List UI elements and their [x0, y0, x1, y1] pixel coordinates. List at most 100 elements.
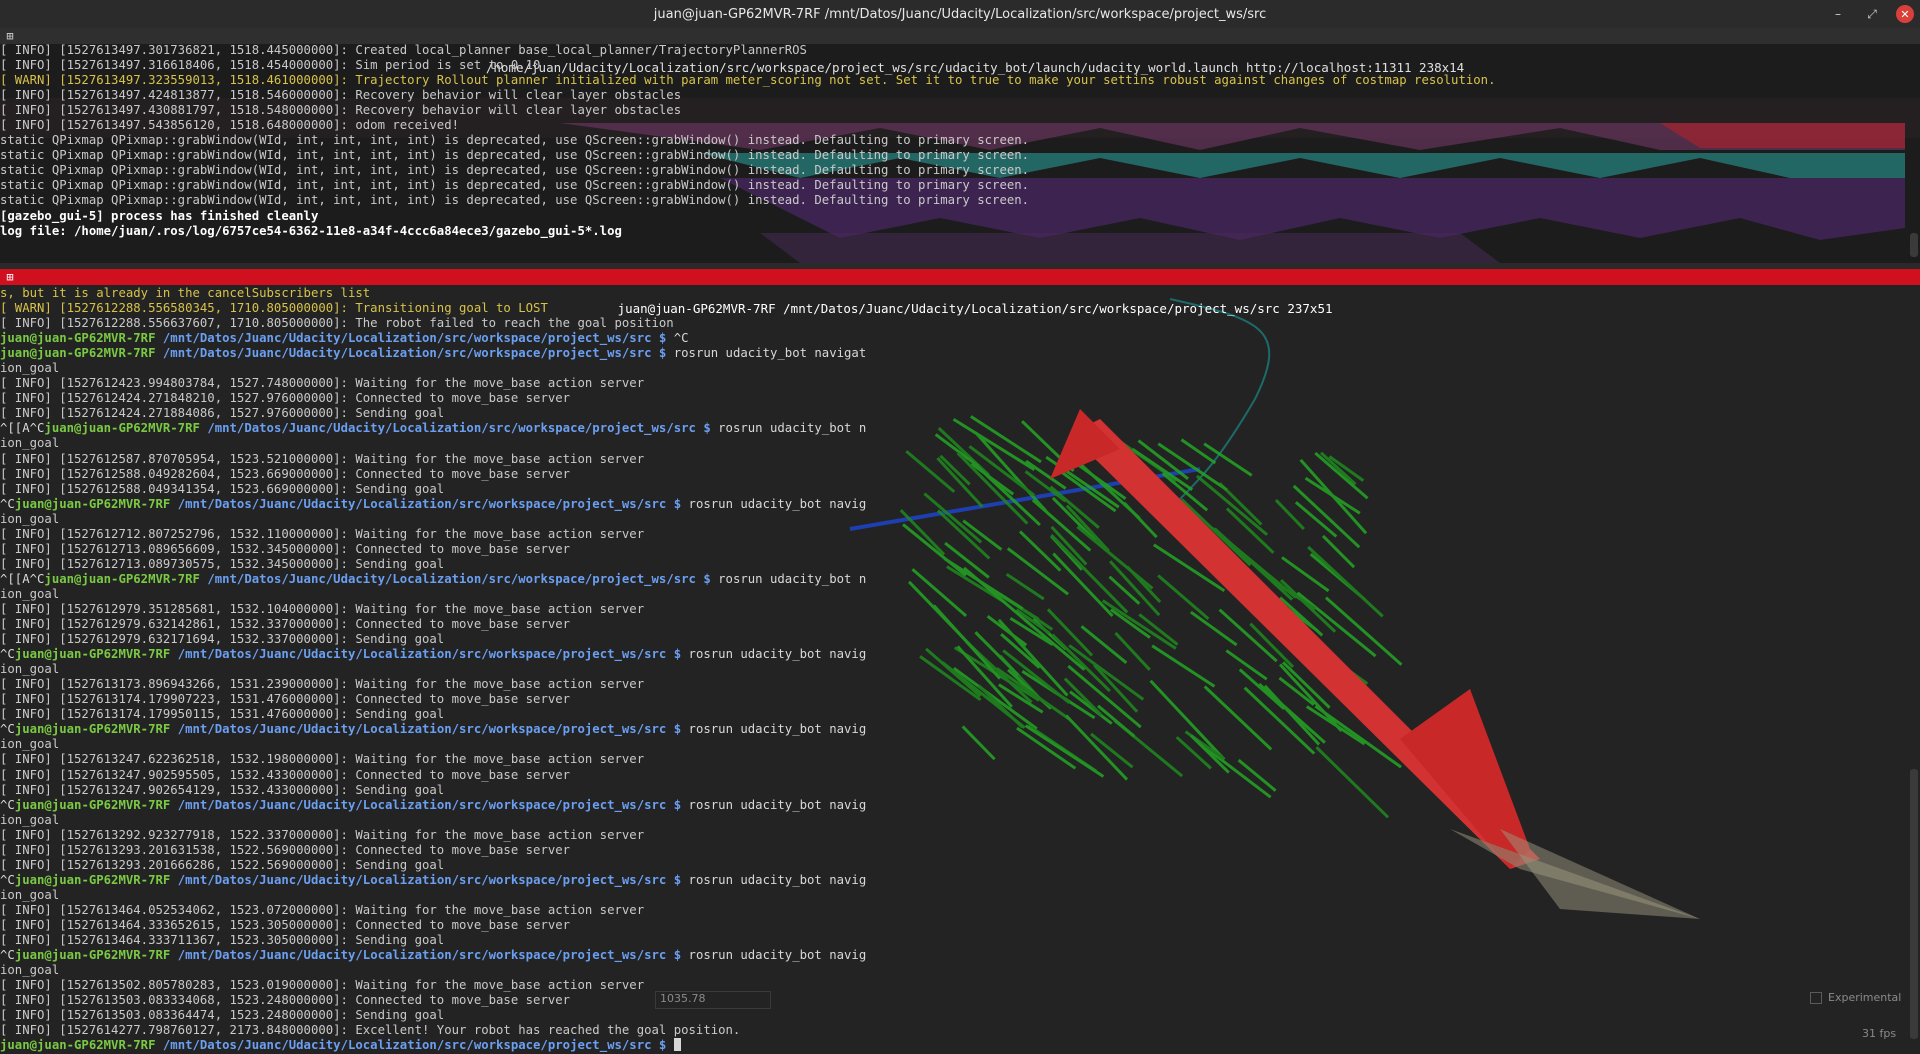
- terminal-line: static QPixmap QPixmap::grabWindow(WId, …: [0, 148, 1920, 163]
- elapsed-field: 1035.78: [655, 991, 771, 1009]
- terminal-line: [ INFO] [1527612588.049282604, 1523.6690…: [0, 467, 1920, 482]
- terminal-line: static QPixmap QPixmap::grabWindow(WId, …: [0, 178, 1920, 193]
- terminal-line: ion_goal: [0, 737, 1920, 752]
- terminal-line: [ INFO] [1527613464.052534062, 1523.0720…: [0, 903, 1920, 918]
- ctrl-sequence: ^C: [0, 948, 15, 963]
- prompt-user: juan@juan-GP62MVR-7RF: [14, 948, 171, 963]
- terminal-line-text: [ INFO] [1527612713.089656609, 1532.3450…: [0, 541, 571, 556]
- terminal-line: ion_goal: [0, 361, 1920, 376]
- prompt-user: juan@juan-GP62MVR-7RF: [14, 496, 171, 511]
- prompt-path: /mnt/Datos/Juanc/Udacity/Localization/sr…: [177, 722, 682, 737]
- command-text: rosrun udacity_bot navig: [688, 496, 867, 511]
- terminal-line-text: [ INFO] [1527612979.632142861, 1532.3370…: [0, 617, 571, 632]
- ctrl-sequence: ^[[A^C: [0, 421, 45, 436]
- command-text: rosrun udacity_bot n: [718, 571, 867, 586]
- bottom-terminal-pane[interactable]: ⊞ juan@juan-GP62MVR-7RF /mnt/Datos/Juanc…: [0, 269, 1920, 1054]
- terminal-line-text: [ INFO] [1527612288.556637607, 1710.8050…: [0, 316, 674, 331]
- terminal-line: [ INFO] [1527613174.179950115, 1531.4760…: [0, 707, 1920, 722]
- terminal-line-text: [ INFO] [1527612587.870705954, 1523.5210…: [0, 451, 645, 466]
- prompt-path: /mnt/Datos/Juanc/Udacity/Localization/sr…: [162, 346, 667, 361]
- top-pane-title: ⊞ /home/juan/Udacity/Localization/src/wo…: [0, 28, 1920, 75]
- prompt-path: /mnt/Datos/Juanc/Udacity/Localization/sr…: [177, 948, 682, 963]
- terminal-line-text: [ INFO] [1527612979.632171694, 1532.3370…: [0, 632, 445, 647]
- ctrl-sequence: ^C: [0, 797, 15, 812]
- terminal-split-icon[interactable]: ⊞: [4, 30, 16, 42]
- prompt-user: juan@juan-GP62MVR-7RF: [14, 722, 171, 737]
- ctrl-sequence: ^C: [0, 722, 15, 737]
- terminal-line: [ INFO] [1527614277.798760127, 2173.8480…: [0, 1023, 1920, 1038]
- top-pane-scrollbar-thumb[interactable]: [1910, 233, 1918, 257]
- terminal-line-text: [ INFO] [1527613174.179907223, 1531.4760…: [0, 692, 571, 707]
- prompt-path: /mnt/Datos/Juanc/Udacity/Localization/sr…: [177, 872, 682, 887]
- bottom-terminal-output[interactable]: s, but it is already in the cancelSubscr…: [0, 286, 1920, 1053]
- terminal-line: static QPixmap QPixmap::grabWindow(WId, …: [0, 133, 1920, 148]
- experimental-checkbox[interactable]: Experimental: [1810, 991, 1901, 1004]
- terminal-line-text: [ INFO] [1527613497.316618406, 1518.4540…: [0, 58, 541, 73]
- terminal-line-text: [ INFO] [1527613174.179950115, 1531.4760…: [0, 707, 445, 722]
- prompt-path: /mnt/Datos/Juanc/Udacity/Localization/sr…: [207, 421, 711, 436]
- minimize-icon[interactable]: –: [1828, 4, 1848, 24]
- checkbox-icon[interactable]: [1810, 991, 1822, 1004]
- terminal-line-text: ion_goal: [0, 511, 60, 526]
- terminal-line: ^[[A^Cjuan@juan-GP62MVR-7RF /mnt/Datos/J…: [0, 421, 1920, 436]
- terminal-line: [ INFO] [1527613503.083364474, 1523.2480…: [0, 1008, 1920, 1023]
- prompt-user: juan@juan-GP62MVR-7RF: [14, 872, 171, 887]
- terminal-line-text: [ INFO] [1527613503.083334068, 1523.2480…: [0, 993, 571, 1008]
- terminal-line: ion_goal: [0, 587, 1920, 602]
- terminal-line-text: [ INFO] [1527613502.805780283, 1523.0190…: [0, 978, 645, 993]
- terminal-line: [ INFO] [1527613497.301736821, 1518.4450…: [0, 43, 1920, 58]
- terminal-line: [ INFO] [1527612712.807252796, 1532.1100…: [0, 527, 1920, 542]
- terminal-line: [ INFO] [1527613502.805780283, 1523.0190…: [0, 978, 1920, 993]
- experimental-label: Experimental: [1828, 991, 1902, 1004]
- command-text: rosrun udacity_bot navig: [688, 797, 867, 812]
- close-icon[interactable]: ✕: [1896, 5, 1914, 23]
- terminal-line: [gazebo_gui-5] process has finished clea…: [0, 209, 1920, 224]
- terminal-line: static QPixmap QPixmap::grabWindow(WId, …: [0, 193, 1920, 208]
- terminal-line-text: static QPixmap QPixmap::grabWindow(WId, …: [0, 148, 1030, 163]
- prompt-path: /mnt/Datos/Juanc/Udacity/Localization/sr…: [177, 647, 682, 662]
- terminal-line-text: [gazebo_gui-5] process has finished clea…: [0, 208, 319, 223]
- window-controls: – ⤢ ✕: [1828, 4, 1914, 24]
- ctrl-sequence: ^C: [0, 496, 15, 511]
- terminal-line-text: [ INFO] [1527614277.798760127, 2173.8480…: [0, 1023, 741, 1038]
- prompt-user: juan@juan-GP62MVR-7RF: [44, 571, 200, 586]
- terminal-line-text: static QPixmap QPixmap::grabWindow(WId, …: [0, 178, 1030, 193]
- prompt-path: /mnt/Datos/Juanc/Udacity/Localization/sr…: [162, 1038, 667, 1053]
- terminal-line-text: [ INFO] [1527613497.424813877, 1518.5460…: [0, 88, 682, 103]
- terminal-line: [ INFO] [1527612979.632142861, 1532.3370…: [0, 617, 1920, 632]
- top-terminal-pane[interactable]: ⊞ /home/juan/Udacity/Localization/src/wo…: [0, 28, 1920, 263]
- maximize-icon[interactable]: ⤢: [1862, 4, 1882, 24]
- bottom-pane-scrollbar-thumb[interactable]: [1910, 769, 1918, 1039]
- elapsed-value: 1035.78: [660, 992, 706, 1005]
- terminal-line: log file: /home/juan/.ros/log/6757ce54-6…: [0, 224, 1920, 239]
- command-text: ^C: [673, 331, 689, 346]
- terminal-line: [ INFO] [1527613497.430881797, 1518.5480…: [0, 103, 1920, 118]
- terminal-line-text: [ INFO] [1527612712.807252796, 1532.1100…: [0, 526, 645, 541]
- terminal-line: [ INFO] [1527613292.923277918, 1522.3370…: [0, 828, 1920, 843]
- prompt-user: juan@juan-GP62MVR-7RF: [0, 331, 156, 346]
- command-text: rosrun udacity_bot navig: [688, 647, 867, 662]
- terminal-line-text: [ WARN] [1527613497.323559013, 1518.4610…: [0, 73, 1496, 88]
- fps-counter: 31 fps: [1862, 1027, 1897, 1040]
- terminal-split-icon[interactable]: ⊞: [4, 271, 16, 283]
- top-terminal-output[interactable]: [ INFO] [1527613497.301736821, 1518.4450…: [0, 43, 1920, 239]
- terminal-line-text: [ INFO] [1527612588.049341354, 1523.6690…: [0, 481, 445, 496]
- prompt-path: /mnt/Datos/Juanc/Udacity/Localization/sr…: [162, 331, 667, 346]
- bottom-pane-title: ⊞ juan@juan-GP62MVR-7RF /mnt/Datos/Juanc…: [0, 269, 1920, 316]
- terminal-line: [ INFO] [1527612424.271884086, 1527.9760…: [0, 406, 1920, 421]
- terminal-line-text: [ INFO] [1527613497.301736821, 1518.4450…: [0, 43, 807, 57]
- terminal-line: static QPixmap QPixmap::grabWindow(WId, …: [0, 163, 1920, 178]
- terminal-line: [ WARN] [1527613497.323559013, 1518.4610…: [0, 73, 1920, 88]
- terminal-line-text: [ INFO] [1527613497.430881797, 1518.5480…: [0, 103, 682, 118]
- command-text: rosrun udacity_bot navig: [688, 948, 867, 963]
- terminal-line: juan@juan-GP62MVR-7RF /mnt/Datos/Juanc/U…: [0, 1038, 1920, 1053]
- command-text: rosrun udacity_bot navig: [688, 722, 867, 737]
- ctrl-sequence: ^C: [0, 872, 15, 887]
- window-title: juan@juan-GP62MVR-7RF /mnt/Datos/Juanc/U…: [653, 6, 1267, 22]
- terminal-line: ^Cjuan@juan-GP62MVR-7RF /mnt/Datos/Juanc…: [0, 948, 1920, 963]
- terminal-line-text: static QPixmap QPixmap::grabWindow(WId, …: [0, 193, 1030, 208]
- terminal-line: [ INFO] [1527612424.271848210, 1527.9760…: [0, 391, 1920, 406]
- window-title-bar: juan@juan-GP62MVR-7RF /mnt/Datos/Juanc/U…: [0, 0, 1920, 28]
- terminal-line: [ INFO] [1527612713.089730575, 1532.3450…: [0, 557, 1920, 572]
- terminal-line: juan@juan-GP62MVR-7RF /mnt/Datos/Juanc/U…: [0, 331, 1920, 346]
